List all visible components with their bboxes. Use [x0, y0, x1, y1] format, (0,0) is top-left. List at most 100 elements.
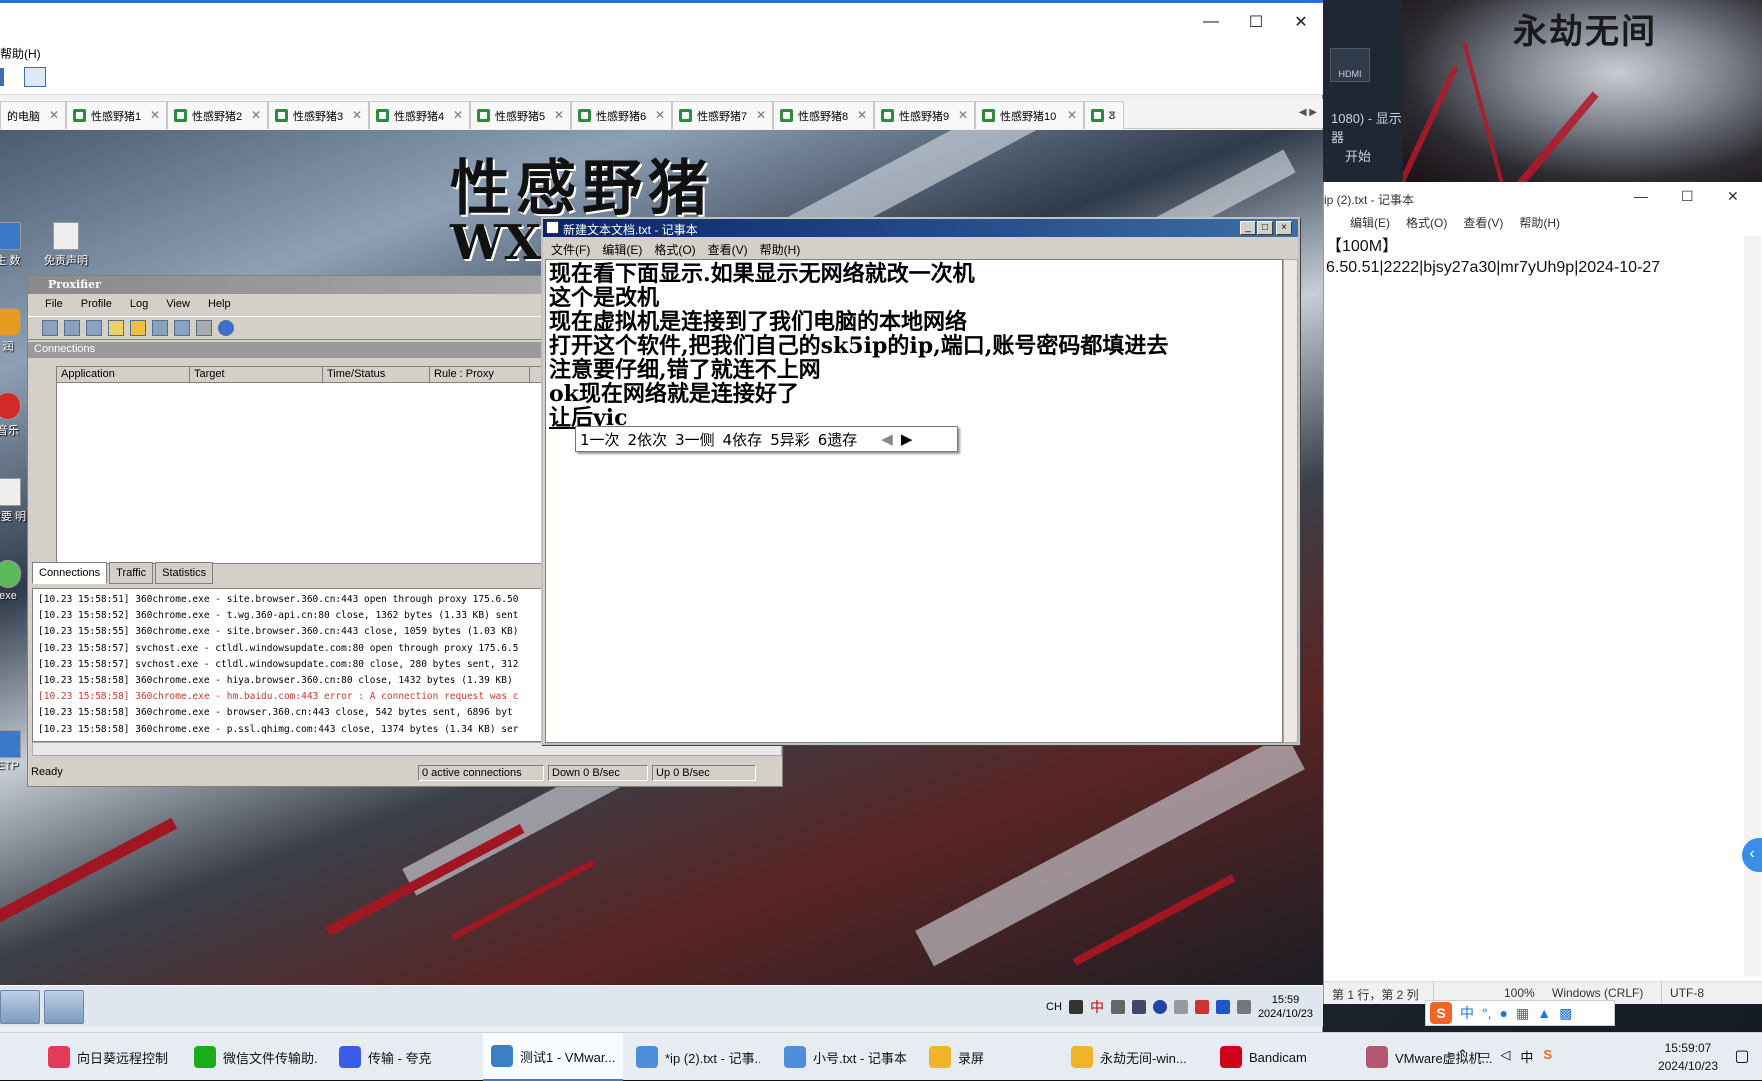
guest-notepad-titlebar[interactable]: 新建文本文档.txt - 记事本 _ □ × — [543, 219, 1298, 237]
help-icon[interactable] — [218, 320, 234, 336]
menu-help[interactable]: 帮助(H) — [0, 47, 41, 61]
open-profile-icon[interactable] — [130, 320, 146, 336]
skin-icon[interactable]: ▲ — [1537, 1005, 1551, 1021]
desktop-icon-disclaimer[interactable]: 免责声明 — [42, 222, 90, 268]
close-button[interactable]: ✕ — [1727, 188, 1739, 205]
print-icon[interactable] — [196, 320, 212, 336]
guest-taskbar-app[interactable] — [44, 990, 84, 1024]
tab-statistics[interactable]: Statistics — [155, 562, 214, 584]
tray-icon[interactable] — [1194, 1000, 1209, 1014]
vm-tab[interactable]: 性感野猪7 ✕ — [672, 101, 773, 129]
close-tab-icon[interactable]: ✕ — [655, 108, 665, 122]
fullscreen-icon[interactable] — [24, 67, 46, 87]
vm-tab[interactable]: 3 ✕ — [1084, 101, 1124, 129]
menu-view[interactable]: 查看(V) — [708, 241, 748, 258]
ime-candidate[interactable]: 4依存 — [723, 429, 763, 450]
menu-format[interactable]: 格式(O) — [654, 241, 695, 258]
taskbar-app-button[interactable]: 小号.txt - 记事本 — [776, 1033, 916, 1081]
taskbar-app-button[interactable]: 向日葵远程控制 — [40, 1033, 180, 1081]
proxy-servers-icon[interactable] — [42, 320, 58, 336]
vm-tab[interactable]: 的电脑 ✕ — [0, 101, 66, 129]
close-tab-icon[interactable]: ✕ — [857, 108, 867, 122]
menu-edit[interactable]: 编辑(E) — [602, 241, 642, 258]
ime-candidate[interactable]: 3一侧 — [675, 429, 715, 450]
close-tab-icon[interactable]: ✕ — [756, 108, 766, 122]
vm-tab[interactable]: 性感野猪6 ✕ — [571, 101, 672, 129]
column-target[interactable]: Target — [190, 367, 323, 382]
menu-help[interactable]: Help — [208, 298, 231, 315]
volume-icon[interactable] — [1236, 1000, 1251, 1014]
vmware-titlebar[interactable]: — ☐ ✕ — [0, 0, 1323, 37]
host-clock[interactable]: 15:59:07 2024/10/23 — [1658, 1039, 1718, 1075]
menu-help[interactable]: 帮助(H) — [1519, 214, 1560, 236]
close-tab-icon[interactable]: ✕ — [554, 108, 564, 122]
help-icon[interactable] — [1152, 1000, 1167, 1014]
close-tab-icon[interactable]: ✕ — [1067, 108, 1077, 122]
host-notepad-titlebar[interactable]: ip (2).txt - 记事本 — ☐ ✕ — [1324, 182, 1762, 214]
tab-scroll-arrows-icon[interactable]: ◀ ▶ — [1293, 99, 1323, 128]
column-rule-proxy[interactable]: Rule : Proxy — [430, 367, 530, 382]
vm-tab[interactable]: 性感野猪2 ✕ — [167, 101, 268, 129]
taskbar-app-button[interactable]: Bandicam — [1212, 1033, 1352, 1081]
menu-edit[interactable]: 编辑(E) — [1350, 214, 1390, 236]
tray-icon[interactable] — [1131, 1000, 1146, 1014]
menu-file[interactable]: File — [45, 298, 63, 315]
minimize-button[interactable]: _ — [1240, 221, 1256, 235]
microphone-icon[interactable]: ● — [1500, 1005, 1508, 1021]
tray-language[interactable]: CH — [1046, 1001, 1062, 1013]
vm-tab[interactable]: 性感野猪3 ✕ — [268, 101, 369, 129]
minimize-button[interactable]: — — [1634, 188, 1648, 204]
vm-tab[interactable]: 性感野猪5 ✕ — [470, 101, 571, 129]
tray-ime-mode[interactable]: 中 — [1520, 1047, 1533, 1066]
vm-tab[interactable]: 性感野猪1 ✕ — [66, 101, 167, 129]
ime-candidate[interactable]: 6遗存 — [818, 429, 858, 450]
close-tab-icon[interactable]: ✕ — [958, 108, 968, 122]
close-button[interactable]: ✕ — [1278, 6, 1324, 38]
guest-clock[interactable]: 15:59 2024/10/23 — [1258, 993, 1313, 1021]
tab-traffic[interactable]: Traffic — [109, 562, 154, 584]
punctuation-icon[interactable]: °, — [1482, 1005, 1492, 1021]
volume-icon[interactable]: ◁ — [1500, 1047, 1510, 1066]
vm-tab[interactable]: 性感野猪8 ✕ — [773, 101, 874, 129]
chevron-up-icon[interactable]: ⌃ — [1457, 1047, 1468, 1066]
menu-file[interactable]: 文件(F) — [551, 241, 590, 258]
minimize-button[interactable]: — — [1188, 6, 1234, 38]
close-tab-icon[interactable]: ✕ — [150, 108, 160, 122]
toolbar-edge-icon[interactable] — [0, 68, 4, 86]
menu-view[interactable]: View — [166, 298, 190, 315]
menu-view[interactable]: 查看(V) — [1463, 214, 1503, 236]
taskbar-app-button[interactable]: 微信文件传输助... — [186, 1033, 326, 1081]
vm-tab[interactable]: 性感野猪4 ✕ — [369, 101, 470, 129]
next-page-icon[interactable]: ▶ — [901, 430, 913, 448]
menu-profile[interactable]: Profile — [81, 298, 112, 315]
menu-file-partial[interactable] — [1326, 214, 1334, 236]
ime-candidate[interactable]: 2依次 — [628, 429, 668, 450]
host-notepad-textarea[interactable]: 【100M】 6.50.51|2222|bjsy27a30|mr7yUh9p|2… — [1324, 236, 1744, 951]
resolution-icon[interactable] — [86, 320, 102, 336]
ime-candidate[interactable]: 1一次 — [580, 429, 620, 450]
menu-help[interactable]: 帮助(H) — [760, 241, 801, 258]
close-tab-icon[interactable]: ✕ — [352, 108, 362, 122]
menu-format[interactable]: 格式(O) — [1406, 214, 1447, 236]
guest-notepad-textarea[interactable]: 现在看下面显示.如果显示无网络就改一次机 这个是改机 现在虚拟机是连接到了我们电… — [545, 259, 1283, 743]
guest-taskbar-app[interactable] — [0, 990, 40, 1024]
keyboard-icon[interactable]: ▦ — [1516, 1005, 1529, 1022]
taskbar-app-button[interactable]: *ip (2).txt - 记事... — [628, 1033, 768, 1081]
network-icon[interactable]: ▭ — [1478, 1047, 1490, 1066]
taskbar-app-button[interactable]: 传输 - 夸克 — [331, 1033, 479, 1081]
new-profile-icon[interactable] — [108, 320, 124, 336]
tray-icon[interactable] — [1173, 1000, 1188, 1014]
tray-ime-icon[interactable] — [1068, 1000, 1083, 1014]
desktop-icon[interactable]: 主 数 — [0, 222, 32, 268]
taskbar-app-button[interactable]: 录屏 — [921, 1033, 1057, 1081]
vertical-scrollbar[interactable] — [1283, 259, 1298, 743]
network-icon[interactable] — [1215, 1000, 1230, 1014]
sogou-tray-icon[interactable]: S — [1543, 1047, 1552, 1066]
column-time-status[interactable]: Time/Status — [323, 367, 430, 382]
tab-connections[interactable]: Connections — [32, 562, 108, 584]
export-icon[interactable] — [174, 320, 190, 336]
taskbar-app-button[interactable]: 测试1 - VMwar... — [483, 1033, 623, 1081]
rules-icon[interactable] — [64, 320, 80, 336]
taskbar-app-button[interactable]: 永劫无间-win... — [1063, 1033, 1207, 1081]
sogou-logo-icon[interactable]: S — [1430, 1002, 1452, 1024]
